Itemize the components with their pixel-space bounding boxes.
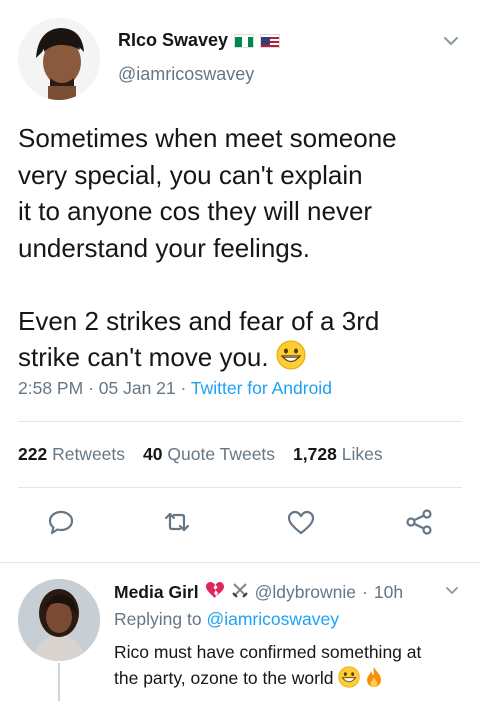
author-name-text[interactable]: RIco Swavey <box>118 30 228 51</box>
tweet-body: Sometimes when meet someone very special… <box>18 120 466 380</box>
reply-text-line1: Rico must have confirmed something at <box>114 642 422 662</box>
likes-count: 1,728 <box>293 444 337 464</box>
reply-tweet[interactable]: Media Girl @ldybrownie · 10h Replying to… <box>0 563 480 701</box>
reply-author-avatar[interactable] <box>18 579 100 661</box>
divider <box>18 421 462 422</box>
tweet-time[interactable]: 2:58 PM <box>18 378 83 398</box>
meta-separator: · <box>362 582 368 602</box>
retweets-count: 222 <box>18 444 48 464</box>
quotes-stat[interactable]: 40 Quote Tweets <box>143 444 275 465</box>
tweet-meta: 2:58 PM · 05 Jan 21 · Twitter for Androi… <box>18 378 332 399</box>
like-icon[interactable] <box>284 505 318 539</box>
reply-header: Media Girl @ldybrownie · 10h <box>114 581 403 604</box>
nigeria-flag-icon <box>234 33 255 48</box>
grinning-face-icon <box>338 666 361 695</box>
quotes-label: Quote Tweets <box>167 444 276 464</box>
likes-stat[interactable]: 1,728 Likes <box>293 444 383 465</box>
main-tweet: RIco Swavey @iamricoswavey Sometimes whe… <box>0 0 480 562</box>
thread-line <box>58 663 60 701</box>
action-bar <box>0 505 480 545</box>
reply-author-handle[interactable]: @ldybrownie <box>255 582 356 603</box>
tweet-date[interactable]: 05 Jan 21 <box>99 378 176 398</box>
crossed-swords-icon <box>231 581 249 604</box>
reply-text-line2: the party, ozone to the world <box>114 668 334 688</box>
share-icon[interactable] <box>402 505 436 539</box>
tweet-source[interactable]: Twitter for Android <box>191 378 332 398</box>
meta-separator: · <box>180 378 191 398</box>
quotes-count: 40 <box>143 444 163 464</box>
fire-icon <box>365 666 383 695</box>
replying-to: Replying to @iamricoswavey <box>114 609 339 630</box>
grinning-face-icon <box>276 340 306 380</box>
author-name[interactable]: RIco Swavey <box>118 30 281 51</box>
divider <box>18 487 462 488</box>
retweet-icon[interactable] <box>160 505 194 539</box>
reply-author-name[interactable]: Media Girl <box>114 582 199 603</box>
replying-prefix: Replying to <box>114 609 202 629</box>
chevron-down-icon[interactable] <box>442 32 460 50</box>
tweet-text: Sometimes when meet someone very special… <box>18 123 397 372</box>
reply-icon[interactable] <box>44 505 78 539</box>
likes-label: Likes <box>341 444 383 464</box>
retweets-stat[interactable]: 222 Retweets <box>18 444 125 465</box>
author-handle[interactable]: @iamricoswavey <box>118 64 254 85</box>
retweets-label: Retweets <box>52 444 126 464</box>
author-avatar[interactable] <box>18 18 100 100</box>
meta-separator: · <box>88 378 99 398</box>
engagement-stats: 222 Retweets 40 Quote Tweets 1,728 Likes <box>18 444 383 465</box>
reply-chevron-down-icon[interactable] <box>444 583 460 599</box>
broken-heart-icon <box>205 581 225 604</box>
replying-to-handle[interactable]: @iamricoswavey <box>206 609 339 629</box>
reply-body: Rico must have confirmed something at th… <box>114 639 470 695</box>
us-flag-icon <box>260 33 281 48</box>
reply-age[interactable]: 10h <box>374 582 403 603</box>
